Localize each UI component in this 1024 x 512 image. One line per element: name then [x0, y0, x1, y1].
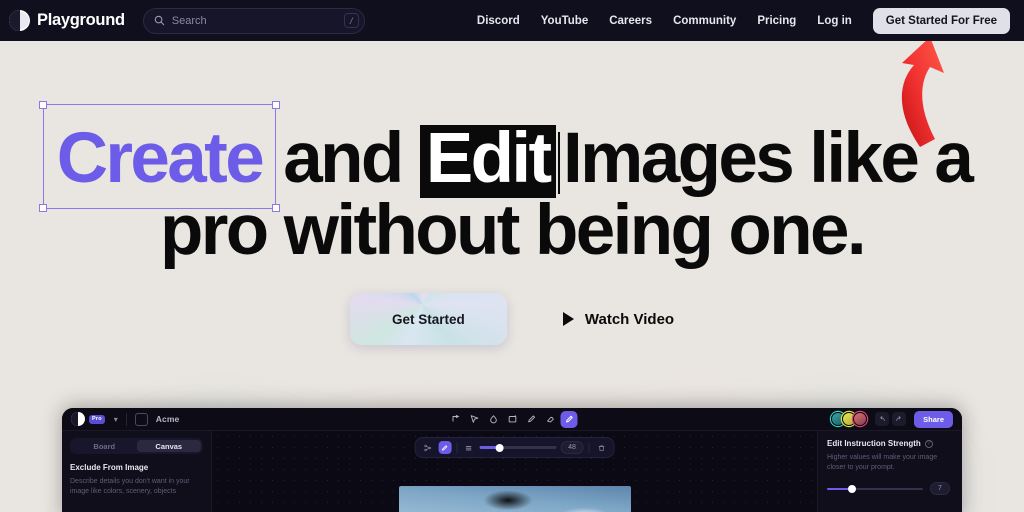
image-tool-icon[interactable]	[504, 411, 521, 428]
info-icon[interactable]: ?	[924, 439, 933, 448]
play-icon	[562, 312, 574, 326]
right-panel: Edit Instruction Strength ? Higher value…	[817, 431, 962, 512]
top-navigation-bar: Playground Search / Discord YouTube Care…	[0, 0, 1024, 41]
page-title: Create and Edit Images like a pro without…	[0, 100, 1024, 270]
chevron-down-icon[interactable]: ▾	[114, 415, 118, 424]
eraser-tool-icon[interactable]	[542, 411, 559, 428]
nav-link-careers[interactable]: Careers	[609, 15, 652, 27]
brand-name: Playground	[37, 11, 125, 29]
tab-canvas[interactable]: Canvas	[136, 440, 201, 452]
edit-strength-value: 7	[930, 482, 950, 496]
left-panel: Board Canvas Exclude From Image Describe…	[62, 431, 212, 512]
pencil-tool-icon[interactable]	[523, 411, 540, 428]
redo-icon[interactable]	[892, 412, 907, 426]
headline-line-2: pro without being one.	[160, 190, 867, 270]
project-name: Acme	[155, 414, 180, 424]
brand-logo-link[interactable]: Playground	[6, 10, 125, 31]
app-preview-window: Pro ▾ Acme Share Board Canvas Exclude Fr…	[62, 408, 962, 512]
canvas-tool-group	[447, 410, 578, 428]
search-shortcut-badge: /	[343, 13, 359, 28]
hero-section: Create and Edit Images like a pro without…	[0, 41, 1024, 512]
undo-icon[interactable]	[875, 412, 890, 426]
board-icon[interactable]	[134, 412, 148, 426]
resize-handle-top-left[interactable]	[39, 100, 48, 109]
lasso-icon[interactable]	[421, 441, 434, 454]
app-body: Board Canvas Exclude From Image Describe…	[62, 431, 962, 512]
edit-strength-header: Edit Instruction Strength ?	[827, 439, 953, 448]
divider	[588, 442, 590, 453]
get-started-for-free-button[interactable]: Get Started For Free	[872, 7, 1010, 34]
shape-tool-icon[interactable]	[485, 411, 502, 428]
get-started-button[interactable]: Get Started	[349, 293, 507, 345]
cursor-tool-icon[interactable]	[466, 411, 483, 428]
collaborator-avatars	[831, 412, 868, 426]
nav-link-youtube[interactable]: YouTube	[541, 15, 588, 27]
edit-strength-description: Higher values will make your image close…	[827, 454, 938, 472]
headline-word-create: Create	[39, 100, 280, 213]
edit-strength-slider[interactable]	[827, 484, 923, 493]
tab-board[interactable]: Board	[72, 440, 137, 452]
app-logo-icon	[71, 412, 85, 426]
nav-link-discord[interactable]: Discord	[477, 15, 520, 27]
brush-size-value: 48	[560, 441, 584, 454]
share-button[interactable]: Share	[914, 410, 953, 428]
undo-redo-group	[875, 412, 907, 426]
nav-links: Discord YouTube Careers Community Pricin…	[477, 7, 1016, 34]
headline-word-edit: Edit	[419, 123, 556, 198]
resize-handle-top-right[interactable]	[271, 100, 280, 109]
headline-create-text: Create	[56, 119, 265, 198]
headline-rest-1: Images like a	[563, 119, 974, 198]
brush-size-slider-knob[interactable]	[495, 443, 504, 452]
brush-size-slider[interactable]	[479, 443, 557, 452]
edit-strength-slider-knob[interactable]	[847, 484, 856, 493]
edit-strength-title: Edit Instruction Strength	[827, 439, 921, 448]
app-toolbar: Pro ▾ Acme Share	[62, 408, 962, 431]
exclude-from-image-description: Describe details you don't want in your …	[70, 478, 190, 496]
headline-line-1: Create and Edit Images like a	[0, 100, 1024, 213]
trash-icon[interactable]	[595, 441, 608, 454]
divider	[125, 412, 127, 426]
text-caret	[557, 132, 561, 194]
brush-style-icon[interactable]	[462, 441, 475, 454]
board-canvas-tabs: Board Canvas	[70, 438, 203, 454]
nav-link-login[interactable]: Log in	[817, 15, 852, 27]
canvas-area[interactable]: 48	[212, 431, 817, 512]
search-placeholder: Search	[171, 14, 207, 27]
headline-and: and	[283, 119, 404, 198]
plan-badge: Pro	[89, 414, 105, 424]
nav-link-pricing[interactable]: Pricing	[757, 15, 796, 27]
divider	[456, 442, 458, 453]
canvas-image[interactable]	[398, 486, 631, 512]
get-started-label: Get Started	[392, 311, 465, 327]
playground-logo-icon	[9, 10, 30, 31]
search-icon	[154, 15, 165, 26]
brush-settings-bar: 48	[414, 437, 615, 458]
watch-video-button[interactable]: Watch Video	[562, 310, 675, 328]
landing-page: Playground Search / Discord YouTube Care…	[0, 0, 1024, 512]
transform-tool-icon[interactable]	[447, 411, 464, 428]
magic-edit-tool-icon[interactable]	[560, 410, 578, 428]
search-input[interactable]: Search /	[142, 7, 365, 34]
exclude-from-image-title: Exclude From Image	[70, 463, 149, 472]
app-toolbar-right: Share	[831, 410, 953, 428]
edit-strength-slider-row: 7	[827, 482, 953, 496]
brush-icon[interactable]	[438, 441, 452, 454]
watch-video-label: Watch Video	[584, 310, 675, 328]
hero-cta-row: Get Started Watch Video	[0, 293, 1024, 345]
nav-link-community[interactable]: Community	[673, 15, 736, 27]
avatar[interactable]	[853, 412, 868, 426]
